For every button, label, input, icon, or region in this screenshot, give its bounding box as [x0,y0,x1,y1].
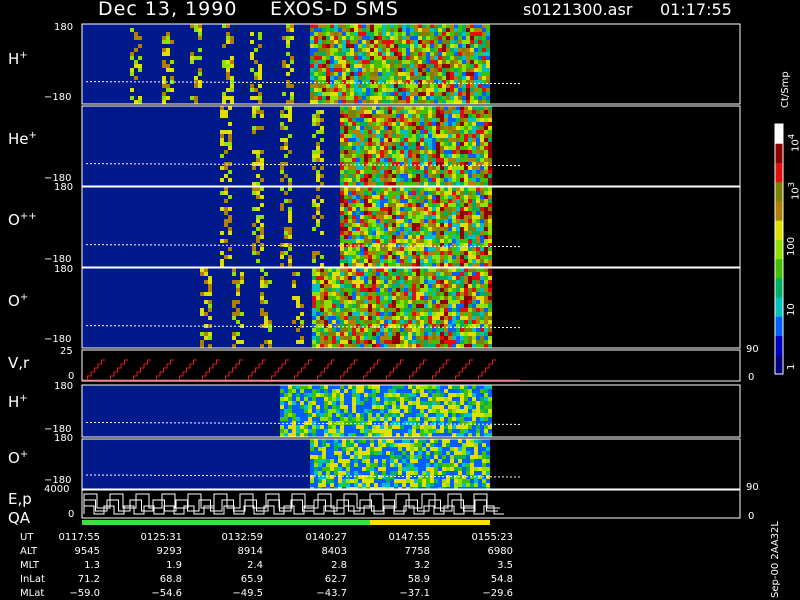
footer-cell: 2.4 [247,560,263,571]
colorbar-segment-2 [775,316,783,337]
footer-cell: 8403 [321,546,347,557]
footer-cell: 58.9 [407,574,430,585]
colorbar-segment-10 [775,162,783,183]
footer-cell: −37.1 [399,588,430,599]
footer-cell: 8914 [237,546,263,557]
tick-h-bot: −180 [44,92,72,103]
panel-label-ep: E,p [8,490,32,508]
footer-cell: 1.9 [166,560,182,571]
tick-op-top: 180 [54,264,74,275]
spectrogram-chart [81,23,784,525]
footer-cell: 2.8 [331,560,347,571]
footer-cell: 9545 [74,546,100,557]
panel-5 [82,385,521,437]
panel-0 [82,24,521,104]
footer-cell: 0147:55 [388,532,430,543]
panel-label-h-plus-2: H+ [8,393,28,411]
footer-side-label: Sep-00 2AA32L [770,521,781,598]
footer-row-label: ALT [20,546,38,557]
colorbar-segment-11 [775,143,783,163]
panel-label-o-plus: O+ [8,292,29,310]
tick-vr-right-bot: 0 [748,372,755,383]
colorbar-segment-3 [775,297,783,317]
tick-h2-top: 180 [54,381,74,392]
colorbar-unit: Ct/Smp [780,71,791,108]
tick-o2-top: 180 [54,433,74,444]
colorbar [774,123,784,375]
footer-cell: 6980 [487,546,513,557]
colorbar-segment-8 [775,200,783,221]
tick-ep-bot: 0 [68,509,75,520]
colorbar-segment-0 [775,354,783,375]
footer-cell: 71.2 [77,574,100,585]
colorbar-label-10: 10 [786,303,797,316]
footer-cell: −54.6 [151,588,182,599]
footer-cell: 54.8 [490,574,513,585]
footer-cell: −49.5 [232,588,263,599]
tick-ep-right-top: 90 [746,482,759,493]
colorbar-segment-6 [775,239,783,260]
tick-op-bot: −180 [44,334,72,345]
tick-opp-top: 180 [54,182,74,193]
panel-2 [82,187,521,267]
footer-cell: −59.0 [69,588,100,599]
footer-cell: 9293 [156,546,182,557]
colorbar-segment-1 [775,335,783,356]
footer-cell: 68.8 [159,574,182,585]
footer-cell: 3.5 [497,560,513,571]
tick-h-top: 180 [54,22,74,33]
panel-label-qa: QA [8,509,31,527]
footer-cell: −29.6 [482,588,513,599]
footer-cell: 0125:31 [140,532,182,543]
footer-cell: −43.7 [316,588,347,599]
panel-3 [82,268,521,348]
panel-4 [82,350,740,381]
panel-label-vr: V,r [8,354,30,372]
footer-cell: 3.2 [414,560,430,571]
footer-cell: 7758 [404,546,430,557]
colorbar-segment-12 [775,124,783,144]
footer-row-label: UT [20,532,34,543]
footer-cell: 0155:23 [471,532,513,543]
tick-vr-top: 25 [60,346,73,357]
colorbar-segment-4 [775,277,783,298]
colorbar-label-100: 100 [786,236,797,256]
colorbar-label-1: 1 [786,363,797,370]
footer-cell: 62.7 [324,574,347,585]
footer-cell: 0132:59 [221,532,263,543]
colorbar-segment-9 [775,181,783,202]
panel-label-o-plusplus: O++ [8,211,37,229]
panel-label-he-plus: He+ [8,130,37,148]
panel-label-h-plus: H+ [8,50,28,68]
colorbar-segment-5 [775,258,783,279]
tick-ep-right-bot: 0 [748,511,755,522]
footer-cell: 0140:27 [305,532,347,543]
colorbar-label-1e3: 103 [786,181,800,200]
footer-cell: 65.9 [240,574,263,585]
colorbar-segment-7 [775,220,783,240]
tick-vr-right-top: 90 [746,344,759,355]
footer-cell: 0117:55 [58,532,100,543]
qa-bar-good [82,520,370,525]
panel-6 [82,439,521,491]
qa-bar-warn [370,520,490,525]
panel-label-o-plus-2: O+ [8,449,29,467]
plot-area [82,24,740,525]
colorbar-label-1e4: 104 [786,133,800,152]
panel-7 [82,490,740,525]
footer-cell: 1.3 [84,560,100,571]
footer-row-label: MLT [20,560,39,571]
tick-ep-top: 4000 [44,484,70,495]
panel-1 [82,106,521,186]
